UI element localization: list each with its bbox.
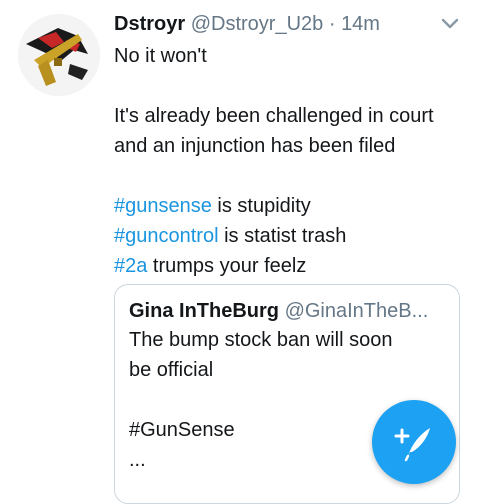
compose-tweet-button[interactable] — [372, 400, 456, 484]
tweet-line: No it won't — [114, 45, 207, 67]
tweet-text: is stupidity — [211, 195, 311, 217]
quoted-tweet-line: The bump stock ban will soon — [129, 329, 393, 351]
tweet-text: is statist trash — [218, 225, 347, 247]
avatar[interactable] — [18, 14, 100, 96]
tweet-header: Dstroyr @Dstroyr_U2b · 14m — [114, 10, 464, 38]
hashtag-link[interactable]: #gunsense — [114, 195, 212, 217]
tweet-line: It's already been challenged in court — [114, 105, 434, 127]
tweet-body: No it won't It's already been challenged… — [114, 41, 464, 281]
author-name[interactable]: Dstroyr — [114, 13, 185, 35]
hashtag-link[interactable]: #2a — [114, 255, 147, 277]
quoted-tweet-line: be official — [129, 359, 214, 381]
avatar-image — [18, 14, 100, 96]
quoted-author-name: Gina InTheBurg — [129, 300, 279, 322]
tweet-line: #guncontrol is statist trash — [114, 221, 464, 251]
hashtag-link[interactable]: #guncontrol — [114, 225, 219, 247]
tweet-text: trumps your feelz — [147, 255, 307, 277]
tweet-line: and an injunction has been filed — [114, 135, 396, 157]
quoted-tweet-header: Gina InTheBurg @GinaInTheB... — [129, 297, 447, 325]
compose-tweet-icon — [394, 428, 430, 462]
tweet-line: #gunsense is stupidity — [114, 191, 464, 221]
tweet-line: #2a trumps your feelz — [114, 251, 464, 281]
tweet-timestamp[interactable]: 14m — [341, 13, 380, 35]
separator-dot: · — [328, 13, 336, 35]
more-options-button[interactable] — [440, 16, 460, 32]
author-handle[interactable]: @Dstroyr_U2b — [191, 13, 324, 35]
quoted-author-handle: @GinaInTheB... — [284, 300, 429, 322]
chevron-down-icon — [441, 18, 459, 29]
